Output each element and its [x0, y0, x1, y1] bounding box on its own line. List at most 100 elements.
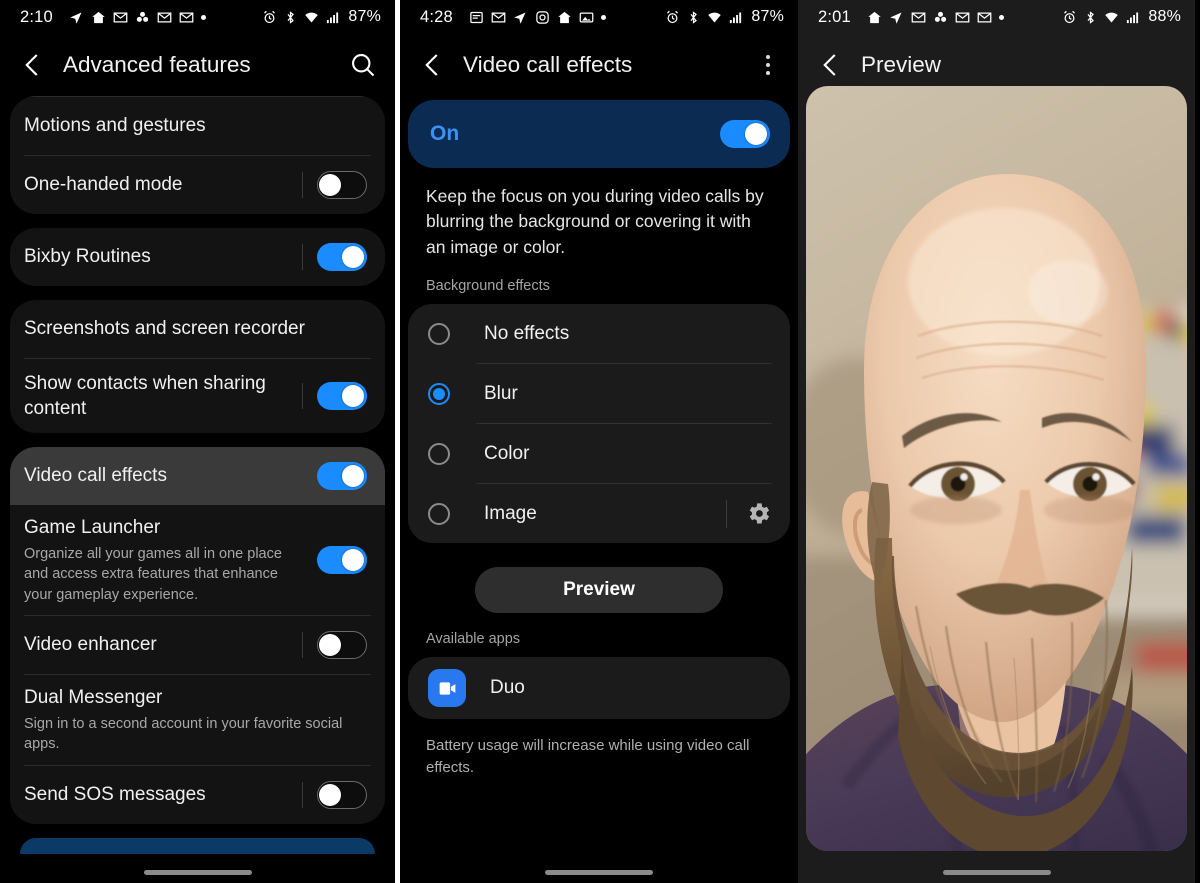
gmail-icon [955, 10, 970, 25]
settings-row-bixby-routines[interactable]: Bixby Routines [10, 228, 385, 286]
alarm-icon [665, 10, 680, 25]
home-icon [91, 10, 106, 25]
master-switch-label: On [430, 122, 460, 145]
instagram-icon [535, 10, 550, 25]
settings-card: Bixby Routines [10, 228, 385, 286]
home-icon [557, 10, 572, 25]
divider [302, 463, 303, 489]
option-label: No effects [484, 322, 570, 344]
settings-row-motions-and-gestures[interactable]: Motions and gestures [10, 97, 385, 155]
battery-percent: 87% [348, 8, 381, 25]
partial-card-below[interactable] [20, 837, 375, 854]
app-bar: Advanced features [0, 34, 395, 96]
status-time: 2:01 [818, 7, 851, 26]
back-icon[interactable] [18, 50, 48, 80]
preview-button[interactable]: Preview [475, 567, 723, 614]
divider [302, 781, 303, 808]
divider [726, 499, 727, 528]
settings-card: Screenshots and screen recorder Show con… [10, 300, 385, 433]
toggle-switch[interactable] [317, 545, 367, 574]
dot-icon [600, 14, 606, 20]
bluetooth-icon [1083, 10, 1098, 25]
home-indicator[interactable] [942, 870, 1051, 875]
row-title: Dual Messenger [24, 686, 163, 708]
signal-icon [1125, 10, 1140, 25]
settings-row-video-call-effects[interactable]: Video call effects [10, 447, 385, 505]
toggle-switch[interactable] [317, 171, 367, 199]
master-toggle-switch[interactable] [720, 120, 770, 148]
option-blur[interactable]: Blur [408, 364, 790, 423]
screenshot-triptych: 2:10 87% Advanced features Motions and g… [0, 0, 1200, 883]
home-indicator[interactable] [545, 870, 653, 875]
phone-screen-advanced-features: 2:10 87% Advanced features Motions and g… [0, 0, 395, 883]
toggle-switch[interactable] [317, 382, 367, 410]
settings-row-video-enhancer[interactable]: Video enhancer [10, 616, 385, 674]
row-title: Motions and gestures [24, 115, 206, 137]
alarm-icon [1062, 10, 1077, 25]
gmail-icon [179, 10, 194, 25]
settings-row-screenshots-and-screen-recorder[interactable]: Screenshots and screen recorder [10, 300, 385, 358]
settings-row-show-contacts-when-sharing-content[interactable]: Show contacts when sharing content [10, 359, 385, 433]
app-bar: Video call effects [400, 34, 798, 96]
photos-icon [579, 10, 594, 25]
radio-button[interactable] [428, 322, 450, 345]
background-effects-options: No effects Blur Color Image [408, 304, 790, 544]
option-image[interactable]: Image [408, 484, 790, 543]
settings-row-dual-messenger[interactable]: Dual Messenger Sign in to a second accou… [10, 675, 385, 765]
send-icon [69, 10, 84, 25]
divider [302, 383, 303, 409]
feature-description: Keep the focus on you during video calls… [426, 186, 764, 257]
footer-note: Battery usage will increase while using … [426, 737, 750, 776]
row-title: Send SOS messages [24, 784, 206, 806]
status-time: 2:10 [20, 7, 53, 26]
row-subtitle: Sign in to a second account in your favo… [24, 716, 343, 753]
gmail-icon [157, 10, 172, 25]
gear-icon[interactable] [745, 500, 772, 527]
option-no-effects[interactable]: No effects [408, 304, 790, 363]
wifi-icon [1104, 10, 1119, 25]
app-list-item-duo[interactable]: Duo [408, 657, 790, 720]
toggle-switch[interactable] [317, 243, 367, 271]
gmail-icon [911, 10, 926, 25]
gmail-icon [113, 10, 128, 25]
divider [302, 244, 303, 270]
home-icon [867, 10, 882, 25]
home-indicator[interactable] [143, 870, 252, 875]
dot-icon [200, 14, 206, 20]
row-title: Bixby Routines [24, 246, 151, 268]
row-title: Show contacts when sharing content [24, 372, 266, 419]
settings-row-one-handed-mode[interactable]: One-handed mode [10, 156, 385, 214]
back-icon[interactable] [418, 50, 448, 80]
phone-screen-video-call-effects: 4:28 87% Video call effects On Keep the … [400, 0, 798, 883]
master-switch-banner[interactable]: On [408, 100, 790, 168]
settings-list[interactable]: Motions and gestures One-handed mode Bix… [0, 96, 395, 854]
row-title: Game Launcher [24, 517, 161, 538]
toggle-switch[interactable] [317, 462, 367, 490]
gmail-icon [491, 10, 506, 25]
radio-button[interactable] [428, 382, 450, 405]
settings-row-game-launcher[interactable]: Game Launcher Organize all your games al… [10, 505, 385, 615]
toggle-switch[interactable] [317, 780, 367, 809]
preview-photo [806, 86, 1187, 851]
radio-button[interactable] [428, 442, 450, 465]
option-color[interactable]: Color [408, 424, 790, 483]
alarm-icon [262, 10, 277, 25]
flower-icon [135, 10, 150, 25]
row-title: One-handed mode [24, 174, 183, 196]
status-time: 4:28 [420, 7, 453, 26]
settings-card: Video call effects Game Launcher Organiz… [10, 447, 385, 824]
radio-button[interactable] [428, 502, 450, 525]
option-label: Image [484, 502, 537, 524]
settings-row-send-sos-messages[interactable]: Send SOS messages [10, 766, 385, 824]
signal-icon [728, 10, 743, 25]
status-bar: 2:10 87% [0, 0, 395, 34]
divider [302, 631, 303, 658]
toggle-switch[interactable] [317, 630, 367, 659]
app-name: Duo [490, 677, 525, 699]
settings-card: Motions and gestures One-handed mode [10, 96, 385, 214]
back-icon[interactable] [816, 50, 846, 80]
phone-screen-preview: 2:01 88% Preview [798, 0, 1195, 883]
more-options-icon[interactable] [756, 51, 780, 79]
preview-button-container: Preview [400, 543, 798, 614]
search-icon[interactable] [349, 51, 377, 79]
